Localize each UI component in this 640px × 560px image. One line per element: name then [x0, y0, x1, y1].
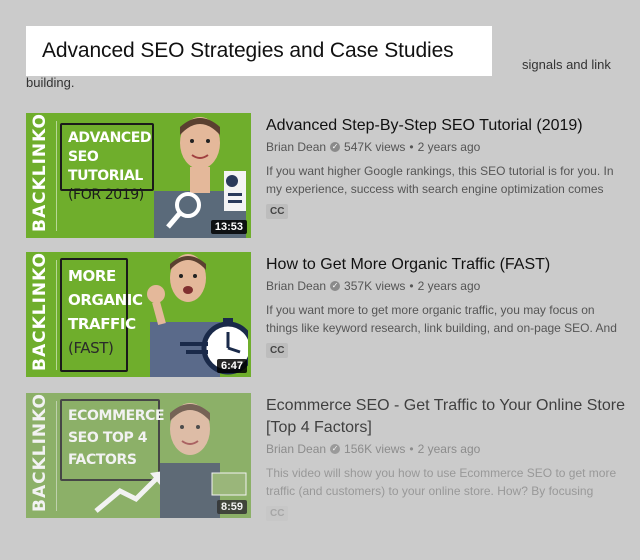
thumbnail-brand: BACKLINKO — [30, 113, 50, 232]
thumbnail-caption-line: ADVANCED — [68, 130, 152, 146]
verified-check-icon: ✓ — [330, 142, 341, 152]
overlay-title-card: Advanced SEO Strategies and Case Studies — [26, 26, 492, 76]
video-duration: 13:53 — [210, 220, 247, 234]
thumbnail-divider — [56, 121, 57, 231]
thumbnail-divider — [56, 260, 57, 370]
page-background: signals and link building. BACKLINKO ADV… — [0, 0, 640, 560]
thumbnail-caption-line: TRAFFIC — [68, 315, 136, 333]
verified-check-icon: ✓ — [330, 444, 341, 454]
cc-badge: CC — [266, 343, 289, 358]
view-count: 547K views — [344, 140, 406, 154]
thumbnail-caption-line: MORE — [68, 267, 116, 285]
video-thumbnail[interactable]: BACKLINKO ADVANCED SEO TUTORIAL (FOR 201… — [26, 113, 251, 238]
video-description: This video will show you how to use Ecom… — [266, 466, 617, 498]
video-result[interactable]: BACKLINKO ECOMMERCE SEO TOP 4 FACTORS 8:… — [26, 393, 626, 521]
meta-separator: • — [409, 279, 414, 293]
video-title[interactable]: How to Get More Organic Traffic (FAST) — [266, 254, 626, 276]
video-result[interactable]: BACKLINKO ADVANCED SEO TUTORIAL (FOR 201… — [26, 113, 626, 241]
video-result[interactable]: BACKLINKO MORE ORGANIC TRAFFIC (FAST) 6:… — [26, 252, 626, 380]
thumbnail-brand: BACKLINKO — [30, 252, 50, 371]
video-meta: Brian Dean ✓ 156K views • 2 years ago — [266, 442, 626, 456]
video-title[interactable]: Advanced Step-By-Step SEO Tutorial (2019… — [266, 115, 626, 137]
thumbnail-divider — [56, 401, 57, 511]
video-thumbnail[interactable]: BACKLINKO ECOMMERCE SEO TOP 4 FACTORS 8:… — [26, 393, 251, 518]
cc-badge: CC — [266, 506, 289, 521]
cc-badge: CC — [266, 204, 289, 219]
video-info: Ecommerce SEO - Get Traffic to Your Onli… — [266, 393, 626, 521]
video-meta: Brian Dean ✓ 547K views • 2 years ago — [266, 140, 626, 154]
meta-separator: • — [409, 442, 414, 456]
thumbnail-caption-line: SEO TUTORIAL — [68, 149, 143, 184]
view-count: 156K views — [344, 442, 406, 456]
video-meta: Brian Dean ✓ 357K views • 2 years ago — [266, 279, 626, 293]
intro-text-tail: signals and link — [522, 57, 611, 72]
video-info: How to Get More Organic Traffic (FAST) B… — [266, 252, 626, 358]
meta-separator: • — [409, 140, 414, 154]
upload-age: 2 years ago — [417, 279, 481, 293]
video-thumbnail[interactable]: BACKLINKO MORE ORGANIC TRAFFIC (FAST) 6:… — [26, 252, 251, 377]
video-description: If you want more to get more organic tra… — [266, 303, 617, 335]
channel-name[interactable]: Brian Dean — [266, 279, 326, 293]
upload-age: 2 years ago — [417, 442, 481, 456]
video-description: If you want higher Google rankings, this… — [266, 164, 614, 196]
upload-age: 2 years ago — [417, 140, 481, 154]
thumbnail-caption: MORE ORGANIC TRAFFIC (FAST) — [60, 258, 143, 372]
thumbnail-caption: ADVANCED SEO TUTORIAL (FOR 2019) — [60, 123, 154, 203]
intro-text-line2: building. — [26, 75, 75, 90]
verified-check-icon: ✓ — [330, 281, 341, 291]
thumbnail-caption-line: (FOR 2019) — [68, 187, 144, 203]
channel-name[interactable]: Brian Dean — [266, 140, 326, 154]
video-duration: 8:59 — [216, 500, 247, 514]
thumbnail-brand: BACKLINKO — [30, 393, 50, 512]
view-count: 357K views — [344, 279, 406, 293]
video-duration: 6:47 — [216, 359, 247, 373]
video-info: Advanced Step-By-Step SEO Tutorial (2019… — [266, 113, 626, 219]
thumbnail-caption-line: ORGANIC — [68, 291, 143, 309]
thumbnail-caption-line: (FAST) — [68, 339, 114, 357]
overlay-title: Advanced SEO Strategies and Case Studies — [42, 39, 454, 62]
channel-name[interactable]: Brian Dean — [266, 442, 326, 456]
video-title[interactable]: Ecommerce SEO - Get Traffic to Your Onli… — [266, 395, 626, 439]
